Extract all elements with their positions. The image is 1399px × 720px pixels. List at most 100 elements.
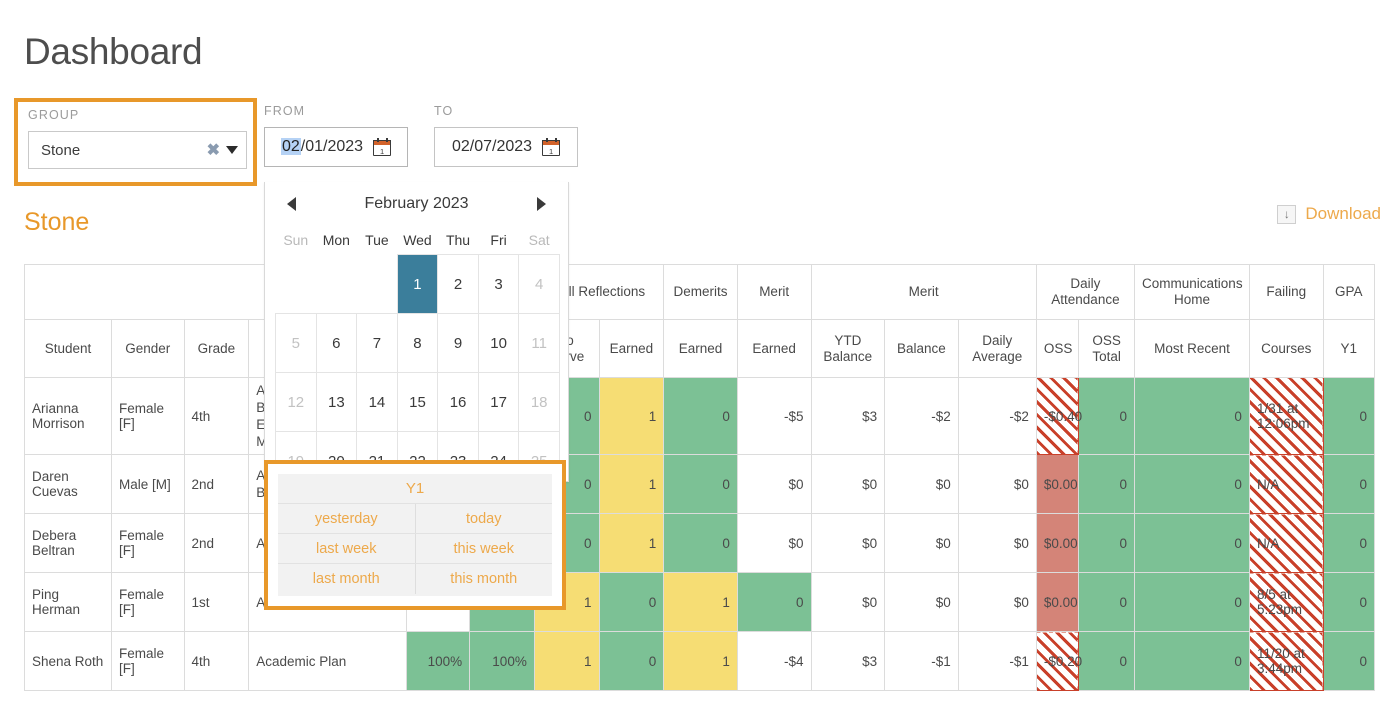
column-header[interactable]: Daily Average	[958, 320, 1036, 378]
cell-refl-earned: 1	[599, 514, 664, 573]
datepicker-day[interactable]: 11	[519, 314, 560, 373]
from-date-input[interactable]: 02/01/2023 1	[264, 127, 408, 167]
cell-oss-total: 0	[1135, 573, 1250, 632]
table-row[interactable]: Shena RothFemale [F]4thAcademic Plan100%…	[25, 632, 1375, 691]
datepicker-day[interactable]: 7	[357, 314, 398, 373]
datepicker-week: 12131415161718	[276, 373, 560, 432]
datepicker-weekday-row: SunMonTueWedThuFriSat	[276, 226, 560, 255]
group-label: GROUP	[28, 108, 243, 122]
cell-grade: 2nd	[184, 514, 249, 573]
datepicker-day[interactable]: 17	[478, 373, 519, 432]
datepicker-day[interactable]: 12	[276, 373, 317, 432]
cell-balance: -$2	[958, 378, 1036, 455]
datepicker-day[interactable]: 2	[438, 255, 479, 314]
datepicker-day	[316, 255, 357, 314]
cell-text: 1/31 at 12:06pm	[1257, 401, 1310, 431]
shortcut-this-week[interactable]: this week	[415, 534, 553, 563]
datepicker-day[interactable]: 16	[438, 373, 479, 432]
column-header[interactable]: Gender	[112, 320, 185, 378]
cell-merit2: $0	[811, 573, 885, 632]
column-header[interactable]: Most Recent	[1135, 320, 1250, 378]
cell-grade: 4th	[184, 378, 249, 455]
shortcut-today[interactable]: today	[415, 504, 553, 533]
cell-most-recent: 1/31 at 12:06pm	[1249, 378, 1323, 455]
group-select[interactable]: Stone ✖	[28, 131, 247, 169]
shortcut-yesterday[interactable]: yesterday	[278, 504, 415, 533]
cell-daily-average: -$0.20	[1036, 632, 1078, 691]
cell-most-recent: 8/5 at 5:23pm	[1249, 573, 1323, 632]
cell-ytd-balance: $0	[885, 573, 959, 632]
calendar-icon[interactable]: 1	[542, 138, 560, 156]
column-header[interactable]: OSS Total	[1079, 320, 1135, 378]
cell-failing-courses: 0	[1323, 514, 1374, 573]
datepicker-day[interactable]: 10	[478, 314, 519, 373]
cell-refl-to-serve: 1	[534, 632, 599, 691]
chevron-left-icon[interactable]	[287, 197, 296, 211]
cell-merit2: $3	[811, 632, 885, 691]
cell-gender: Female [F]	[112, 632, 185, 691]
column-header[interactable]: Grade	[184, 320, 249, 378]
group-heading: Stone	[24, 208, 89, 237]
cell-demerits-earned: 0	[664, 378, 738, 455]
datepicker-day[interactable]: 3	[478, 255, 519, 314]
datepicker-day[interactable]: 1	[397, 255, 438, 314]
cell-most-recent: 11/20 at 3:44pm	[1249, 632, 1323, 691]
column-header[interactable]: OSS	[1036, 320, 1078, 378]
calendar-icon[interactable]: 1	[373, 138, 391, 156]
datepicker-weekday: Tue	[357, 226, 398, 255]
shortcut-this-month[interactable]: this month	[415, 564, 553, 594]
clear-icon[interactable]: ✖	[207, 140, 220, 160]
datepicker-day[interactable]: 15	[397, 373, 438, 432]
datepicker-day[interactable]: 5	[276, 314, 317, 373]
column-header[interactable]: Earned	[599, 320, 664, 378]
to-date-input[interactable]: 02/07/2023 1	[434, 127, 578, 167]
column-header[interactable]: YTD Balance	[811, 320, 885, 378]
datepicker-day[interactable]: 8	[397, 314, 438, 373]
chevron-right-icon[interactable]	[537, 197, 546, 211]
cell-oss-total: 0	[1135, 378, 1250, 455]
date-shortcuts-highlight: Y1 yesterdaytodaylast weekthis weeklast …	[264, 460, 566, 610]
data-table-container[interactable]: HomeworkFull ReflectionsDemeritsMeritMer…	[24, 264, 1375, 720]
column-header[interactable]: Balance	[885, 320, 959, 378]
chevron-down-icon[interactable]	[226, 146, 238, 154]
cell-merit2: $0	[811, 514, 885, 573]
datepicker-weekday: Mon	[316, 226, 357, 255]
column-header[interactable]: Student	[25, 320, 112, 378]
cell-gender: Male [M]	[112, 455, 185, 514]
datepicker-day[interactable]: 9	[438, 314, 479, 373]
datepicker-title: February 2023	[296, 195, 537, 213]
column-header[interactable]: Y1	[1323, 320, 1374, 378]
datepicker-day[interactable]: 6	[316, 314, 357, 373]
cell-failing-courses: 0	[1323, 632, 1374, 691]
shortcut-last-week[interactable]: last week	[278, 534, 415, 563]
datepicker-popup[interactable]: February 2023 SunMonTueWedThuFriSat 1234…	[264, 182, 569, 482]
cell-balance: $0	[958, 514, 1036, 573]
shortcut-y1[interactable]: Y1	[278, 474, 552, 503]
student-data-table: HomeworkFull ReflectionsDemeritsMeritMer…	[24, 264, 1375, 691]
to-label: TO	[434, 104, 578, 118]
from-date-month-selected: 02	[281, 138, 301, 155]
table-row[interactable]: Daren CuevasMale [M]2ndAcademic Plan, Be…	[25, 455, 1375, 514]
table-row[interactable]: Arianna MorrisonFemale [F]4thAcademic Pl…	[25, 378, 1375, 455]
cell-oss: 0	[1079, 632, 1135, 691]
shortcut-last-month[interactable]: last month	[278, 564, 415, 594]
cell-gender: Female [F]	[112, 514, 185, 573]
download-button[interactable]: ↓ Download	[1277, 204, 1381, 224]
table-row[interactable]: Ping HermanFemale [F]1stAcademic Plann/a…	[25, 573, 1375, 632]
cell-gender: Female [F]	[112, 378, 185, 455]
table-row[interactable]: Debera BeltranFemale [F]2ndAcademic Plan…	[25, 514, 1375, 573]
shortcuts-rows: yesterdaytodaylast weekthis weeklast mon…	[278, 504, 552, 594]
cell-student: Ping Herman	[25, 573, 112, 632]
column-header[interactable]: Earned	[737, 320, 811, 378]
column-header[interactable]: Earned	[664, 320, 738, 378]
datepicker-day[interactable]: 18	[519, 373, 560, 432]
cell-plan: Academic Plan	[249, 632, 406, 691]
cell-merit-earned: $0	[737, 514, 811, 573]
column-header[interactable]: Courses	[1249, 320, 1323, 378]
datepicker-day[interactable]: 13	[316, 373, 357, 432]
cell-oss: 0	[1079, 514, 1135, 573]
group-filter-highlight: GROUP Stone ✖	[14, 98, 257, 186]
datepicker-day[interactable]: 14	[357, 373, 398, 432]
cell-oss: 0	[1079, 573, 1135, 632]
datepicker-day[interactable]: 4	[519, 255, 560, 314]
